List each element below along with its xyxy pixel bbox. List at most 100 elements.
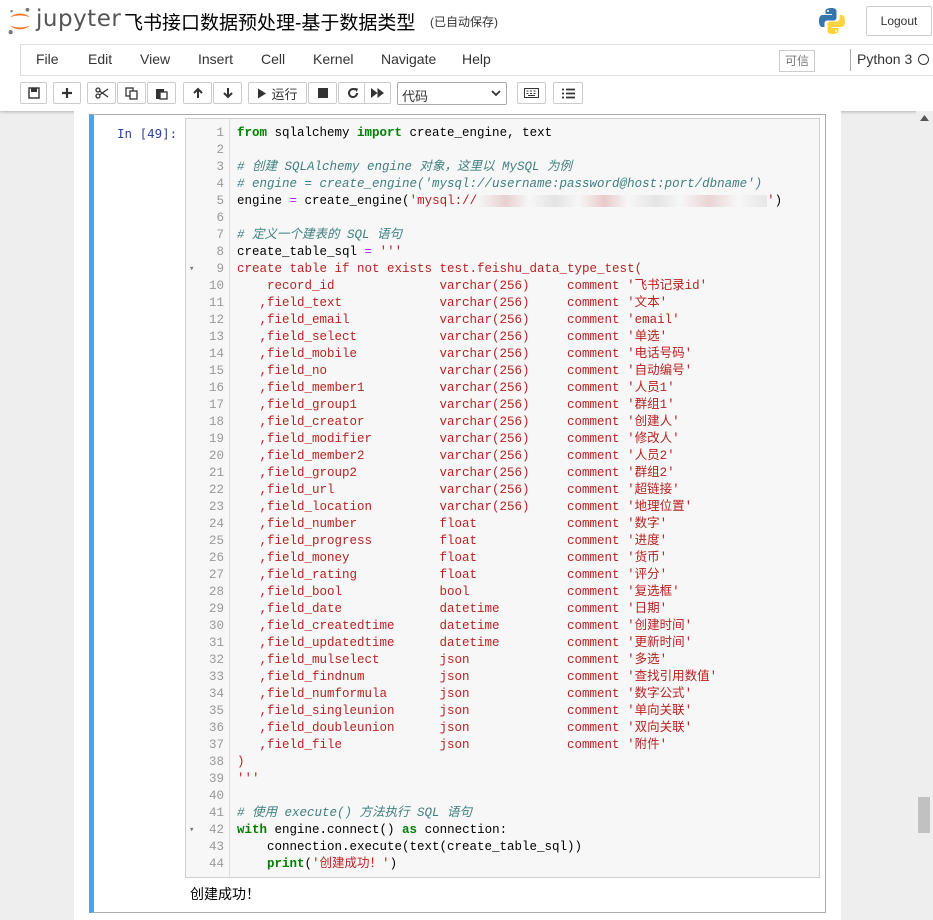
code-token: create_engine( [297,194,410,208]
code-token: ,field_numformula json comment '数字公式' [237,687,693,701]
scrollbar[interactable] [916,111,933,920]
logout-button[interactable]: Logout [866,6,932,36]
line-number: 22 [208,483,224,497]
code-line[interactable]: 22 ,field_url varchar(256) comment '超链接' [186,482,816,499]
code-line[interactable]: 6 [186,210,816,227]
code-line[interactable]: 17 ,field_group1 varchar(256) comment '群… [186,397,816,414]
scrollbar-thumb[interactable] [918,797,930,833]
run-label: 运行 [271,86,298,102]
code-text: # engine = create_engine('mysql://userna… [237,176,762,193]
code-line[interactable]: 38) [186,754,816,771]
code-line[interactable]: 23 ,field_location varchar(256) comment … [186,499,816,516]
code-line[interactable]: 33 ,field_findnum json comment '查找引用数值' [186,669,816,686]
menu-cell[interactable]: Cell [261,51,285,67]
run-icon [258,88,267,98]
code-line[interactable]: 21 ,field_group2 varchar(256) comment '群… [186,465,816,482]
insert-cell-button[interactable] [53,82,81,104]
code-line[interactable]: 32 ,field_mulselect json comment '多选' [186,652,816,669]
code-line[interactable]: 8 create_table_sql = ''' [186,244,816,261]
code-line[interactable]: 44 print('创建成功！') [186,856,816,873]
menu-view[interactable]: View [140,51,170,67]
keyboard-icon [524,88,539,98]
code-line[interactable]: 41 # 使用 execute() 方法执行 SQL 语句 [186,805,816,822]
code-line[interactable]: 30 ,field_createdtime datetime comment '… [186,618,816,635]
code-line[interactable]: 14 ,field_mobile varchar(256) comment '电… [186,346,816,363]
line-number: 23 [208,500,224,514]
code-token: # 创建 SQLAlchemy engine 对象，这里以 MySQL 为例 [237,160,573,174]
code-line[interactable]: 20 ,field_member2 varchar(256) comment '… [186,448,816,465]
code-line[interactable]: 7 # 定义一个建表的 SQL 语句 [186,227,816,244]
code-line[interactable]: 35 ,field_singleunion json comment '单向关联… [186,703,816,720]
code-text: ,field_group2 varchar(256) comment '群组2' [237,465,675,482]
code-line[interactable]: ▾ 9 create table if not exists test.feishu… [186,261,816,278]
code-line[interactable]: 39 ''' [186,771,816,788]
code-line[interactable]: 3 # 创建 SQLAlchemy engine 对象，这里以 MySQL 为例 [186,159,816,176]
code-line[interactable]: 5 engine = create_engine('mysql:// ') [186,193,816,210]
interrupt-button[interactable] [308,82,337,104]
menu-kernel[interactable]: Kernel [313,51,353,67]
code-line[interactable]: 1 from sqlalchemy import create_engine, t… [186,125,816,142]
line-number: 7 [216,228,224,242]
code-line[interactable]: 40 [186,788,816,805]
code-line[interactable]: 19 ,field_modifier varchar(256) comment … [186,431,816,448]
code-line[interactable]: 12 ,field_email varchar(256) comment 'em… [186,312,816,329]
code-text: ,field_money float comment '货币' [237,550,668,567]
code-token: sqlalchemy [267,126,358,140]
fold-toggle-icon[interactable]: ▾ [189,822,194,839]
menu-insert[interactable]: Insert [198,51,233,67]
kernel-name[interactable]: Python 3 [857,51,912,67]
code-line[interactable]: 37 ,field_file json comment '附件' [186,737,816,754]
code-line[interactable]: 2 [186,142,816,159]
code-line[interactable]: 4 # engine = create_engine('mysql://usern… [186,176,816,193]
cut-button[interactable] [87,82,116,104]
move-down-button[interactable] [213,82,242,104]
run-button[interactable]: 运行 [248,82,307,104]
restart-button[interactable] [338,82,367,104]
scroll-up-arrow-icon[interactable] [920,115,929,121]
code-line[interactable]: 16 ,field_member1 varchar(256) comment '… [186,380,816,397]
menu-help[interactable]: Help [462,51,491,67]
copy-button[interactable] [117,82,146,104]
code-token: ) [774,194,783,208]
code-line[interactable]: ▾ 42 with engine.connect() as connection: [186,822,816,839]
toc-button[interactable] [553,82,583,104]
fold-toggle-icon[interactable]: ▾ [189,261,194,278]
menu-file[interactable]: File [36,51,59,67]
code-line[interactable]: 36 ,field_doubleunion json comment '双向关联… [186,720,816,737]
jupyter-logo-text[interactable]: jupyter [36,6,121,32]
code-line[interactable]: 29 ,field_date datetime comment '日期' [186,601,816,618]
move-up-button[interactable] [183,82,212,104]
code-line[interactable]: 26 ,field_money float comment '货币' [186,550,816,567]
code-line[interactable]: 13 ,field_select varchar(256) comment '单… [186,329,816,346]
menu-navigate[interactable]: Navigate [381,51,436,67]
notebook-title[interactable]: 飞书接口数据预处理-基于数据类型 [124,8,415,35]
code-line[interactable]: 43 connection.execute(text(create_table_… [186,839,816,856]
code-line[interactable]: 18 ,field_creator varchar(256) comment '… [186,414,816,431]
jupyter-logo-icon[interactable] [6,7,34,35]
code-text: ,field_createdtime datetime comment '创建时… [237,618,693,635]
code-line[interactable]: 10 record_id varchar(256) comment '飞书记录i… [186,278,816,295]
code-token: ,field_mulselect json comment '多选' [237,653,668,667]
line-number: 33 [208,670,224,684]
cell-type-select[interactable]: 代码 [397,82,507,105]
code-line[interactable]: 28 ,field_bool bool comment '复选框' [186,584,816,601]
code-line[interactable]: 27 ,field_rating float comment '评分' [186,567,816,584]
paste-button[interactable] [147,82,176,104]
code-token: ,field_creator varchar(256) comment '创建人… [237,415,680,429]
line-number: 16 [208,381,224,395]
menu-edit[interactable]: Edit [88,51,112,67]
code-token: ,field_singleunion json comment '单向关联' [237,704,693,718]
code-line[interactable]: 15 ,field_no varchar(256) comment '自动编号' [186,363,816,380]
code-line[interactable]: 11 ,field_text varchar(256) comment '文本' [186,295,816,312]
code-line[interactable]: 31 ,field_updatedtime datetime comment '… [186,635,816,652]
code-token: ,field_select varchar(256) comment '单选' [237,330,668,344]
restart-run-all-button[interactable] [364,82,391,104]
code-line[interactable]: 25 ,field_progress float comment '进度' [186,533,816,550]
save-button[interactable] [20,82,47,104]
command-palette-button[interactable] [517,82,546,104]
redacted-text [477,194,768,207]
code-line[interactable]: 34 ,field_numformula json comment '数字公式' [186,686,816,703]
trusted-indicator[interactable]: 可信 [779,50,815,72]
code-line[interactable]: 24 ,field_number float comment '数字' [186,516,816,533]
cell-output: 创建成功！ [190,887,260,903]
